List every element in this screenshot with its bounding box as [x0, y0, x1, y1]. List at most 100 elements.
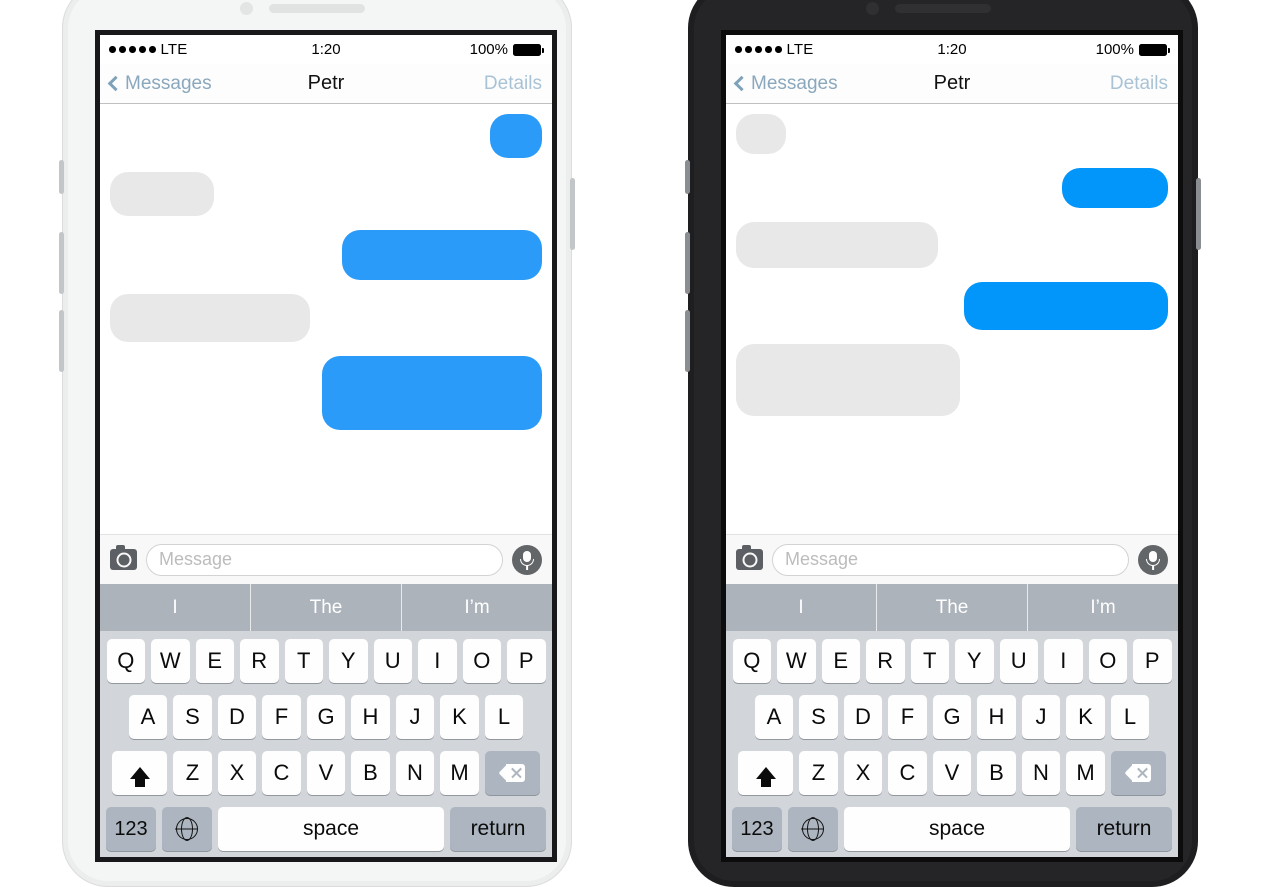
key-e[interactable]: E	[821, 639, 860, 683]
key-i[interactable]: I	[1044, 639, 1083, 683]
key-a[interactable]: A	[754, 695, 794, 739]
key-h[interactable]: H	[977, 695, 1016, 739]
back-to-messages-button[interactable]: Messages	[733, 73, 838, 95]
key-u[interactable]: U	[999, 639, 1038, 683]
key-x[interactable]: X	[217, 751, 257, 795]
message-bubble-incoming[interactable]	[105, 172, 214, 216]
key-b[interactable]: B	[977, 751, 1016, 795]
return-key[interactable]: return	[450, 807, 546, 851]
key-j[interactable]: J	[395, 695, 435, 739]
power-button[interactable]	[570, 178, 575, 250]
space-key[interactable]: space	[218, 807, 444, 851]
message-bubble-incoming[interactable]	[731, 114, 786, 154]
message-bubble-incoming[interactable]	[731, 344, 960, 416]
suggestion-2[interactable]: I’m	[402, 584, 552, 631]
key-h[interactable]: H	[351, 695, 390, 739]
key-q[interactable]: Q	[732, 639, 771, 683]
key-n[interactable]: N	[395, 751, 435, 795]
message-input[interactable]: Message	[772, 543, 1129, 576]
key-m[interactable]: M	[440, 751, 479, 795]
key-l[interactable]: L	[1110, 695, 1150, 739]
key-a[interactable]: A	[128, 695, 168, 739]
key-g[interactable]: G	[306, 695, 346, 739]
key-f[interactable]: F	[262, 695, 301, 739]
key-o[interactable]: O	[1088, 639, 1127, 683]
key-c[interactable]: C	[262, 751, 301, 795]
volume-up-button[interactable]	[685, 232, 690, 294]
key-l[interactable]: L	[484, 695, 524, 739]
suggestion-0[interactable]: I	[726, 584, 877, 631]
key-p[interactable]: P	[507, 639, 546, 683]
message-bubble-outgoing[interactable]	[964, 282, 1173, 330]
key-s[interactable]: S	[799, 695, 838, 739]
key-q[interactable]: Q	[106, 639, 145, 683]
globe-key[interactable]	[788, 807, 838, 851]
details-button[interactable]: Details	[1110, 73, 1168, 95]
key-g[interactable]: G	[932, 695, 972, 739]
key-p[interactable]: P	[1133, 639, 1172, 683]
key-c[interactable]: C	[888, 751, 927, 795]
key-k[interactable]: K	[440, 695, 479, 739]
key-r[interactable]: R	[240, 639, 279, 683]
microphone-icon[interactable]	[512, 544, 542, 575]
key-r[interactable]: R	[866, 639, 905, 683]
numeric-key[interactable]: 123	[732, 807, 782, 851]
mute-switch[interactable]	[685, 160, 690, 194]
message-bubble-outgoing[interactable]	[342, 230, 547, 280]
key-z[interactable]: Z	[173, 751, 212, 795]
key-o[interactable]: O	[462, 639, 501, 683]
key-z[interactable]: Z	[799, 751, 838, 795]
message-bubble-incoming[interactable]	[105, 294, 310, 342]
key-i[interactable]: I	[418, 639, 457, 683]
key-k[interactable]: K	[1066, 695, 1105, 739]
key-e[interactable]: E	[195, 639, 234, 683]
key-y[interactable]: Y	[955, 639, 994, 683]
camera-icon[interactable]	[736, 545, 763, 570]
key-s[interactable]: S	[173, 695, 212, 739]
message-bubble-outgoing[interactable]	[1062, 168, 1173, 208]
volume-down-button[interactable]	[685, 310, 690, 372]
key-w[interactable]: W	[151, 639, 190, 683]
volume-down-button[interactable]	[59, 310, 64, 372]
key-y[interactable]: Y	[329, 639, 368, 683]
key-d[interactable]: D	[843, 695, 883, 739]
key-w[interactable]: W	[777, 639, 816, 683]
suggestion-1[interactable]: The	[251, 584, 402, 631]
message-input[interactable]: Message	[146, 543, 503, 576]
return-key[interactable]: return	[1076, 807, 1172, 851]
message-bubble-outgoing[interactable]	[322, 356, 547, 430]
conversation-thread-black[interactable]	[726, 104, 1178, 534]
microphone-icon[interactable]	[1138, 544, 1168, 575]
key-f[interactable]: F	[888, 695, 927, 739]
conversation-thread-white[interactable]	[100, 104, 552, 534]
shift-key[interactable]	[738, 751, 794, 795]
space-key[interactable]: space	[844, 807, 1070, 851]
key-u[interactable]: U	[373, 639, 412, 683]
key-n[interactable]: N	[1021, 751, 1061, 795]
key-x[interactable]: X	[843, 751, 883, 795]
numeric-key[interactable]: 123	[106, 807, 156, 851]
mute-switch[interactable]	[59, 160, 64, 194]
key-v[interactable]: V	[932, 751, 972, 795]
message-bubble-outgoing[interactable]	[490, 114, 547, 158]
suggestion-0[interactable]: I	[100, 584, 251, 631]
back-to-messages-button[interactable]: Messages	[107, 73, 212, 95]
globe-key[interactable]	[162, 807, 212, 851]
key-v[interactable]: V	[306, 751, 346, 795]
power-button[interactable]	[1196, 178, 1201, 250]
key-t[interactable]: T	[910, 639, 949, 683]
suggestion-2[interactable]: I’m	[1028, 584, 1178, 631]
details-button[interactable]: Details	[484, 73, 542, 95]
key-m[interactable]: M	[1066, 751, 1105, 795]
delete-key[interactable]	[484, 751, 540, 795]
delete-key[interactable]	[1110, 751, 1166, 795]
key-j[interactable]: J	[1021, 695, 1061, 739]
suggestion-1[interactable]: The	[877, 584, 1028, 631]
message-bubble-incoming[interactable]	[731, 222, 938, 268]
key-t[interactable]: T	[284, 639, 323, 683]
key-d[interactable]: D	[217, 695, 257, 739]
volume-up-button[interactable]	[59, 232, 64, 294]
shift-key[interactable]	[112, 751, 168, 795]
camera-icon[interactable]	[110, 545, 137, 570]
key-b[interactable]: B	[351, 751, 390, 795]
